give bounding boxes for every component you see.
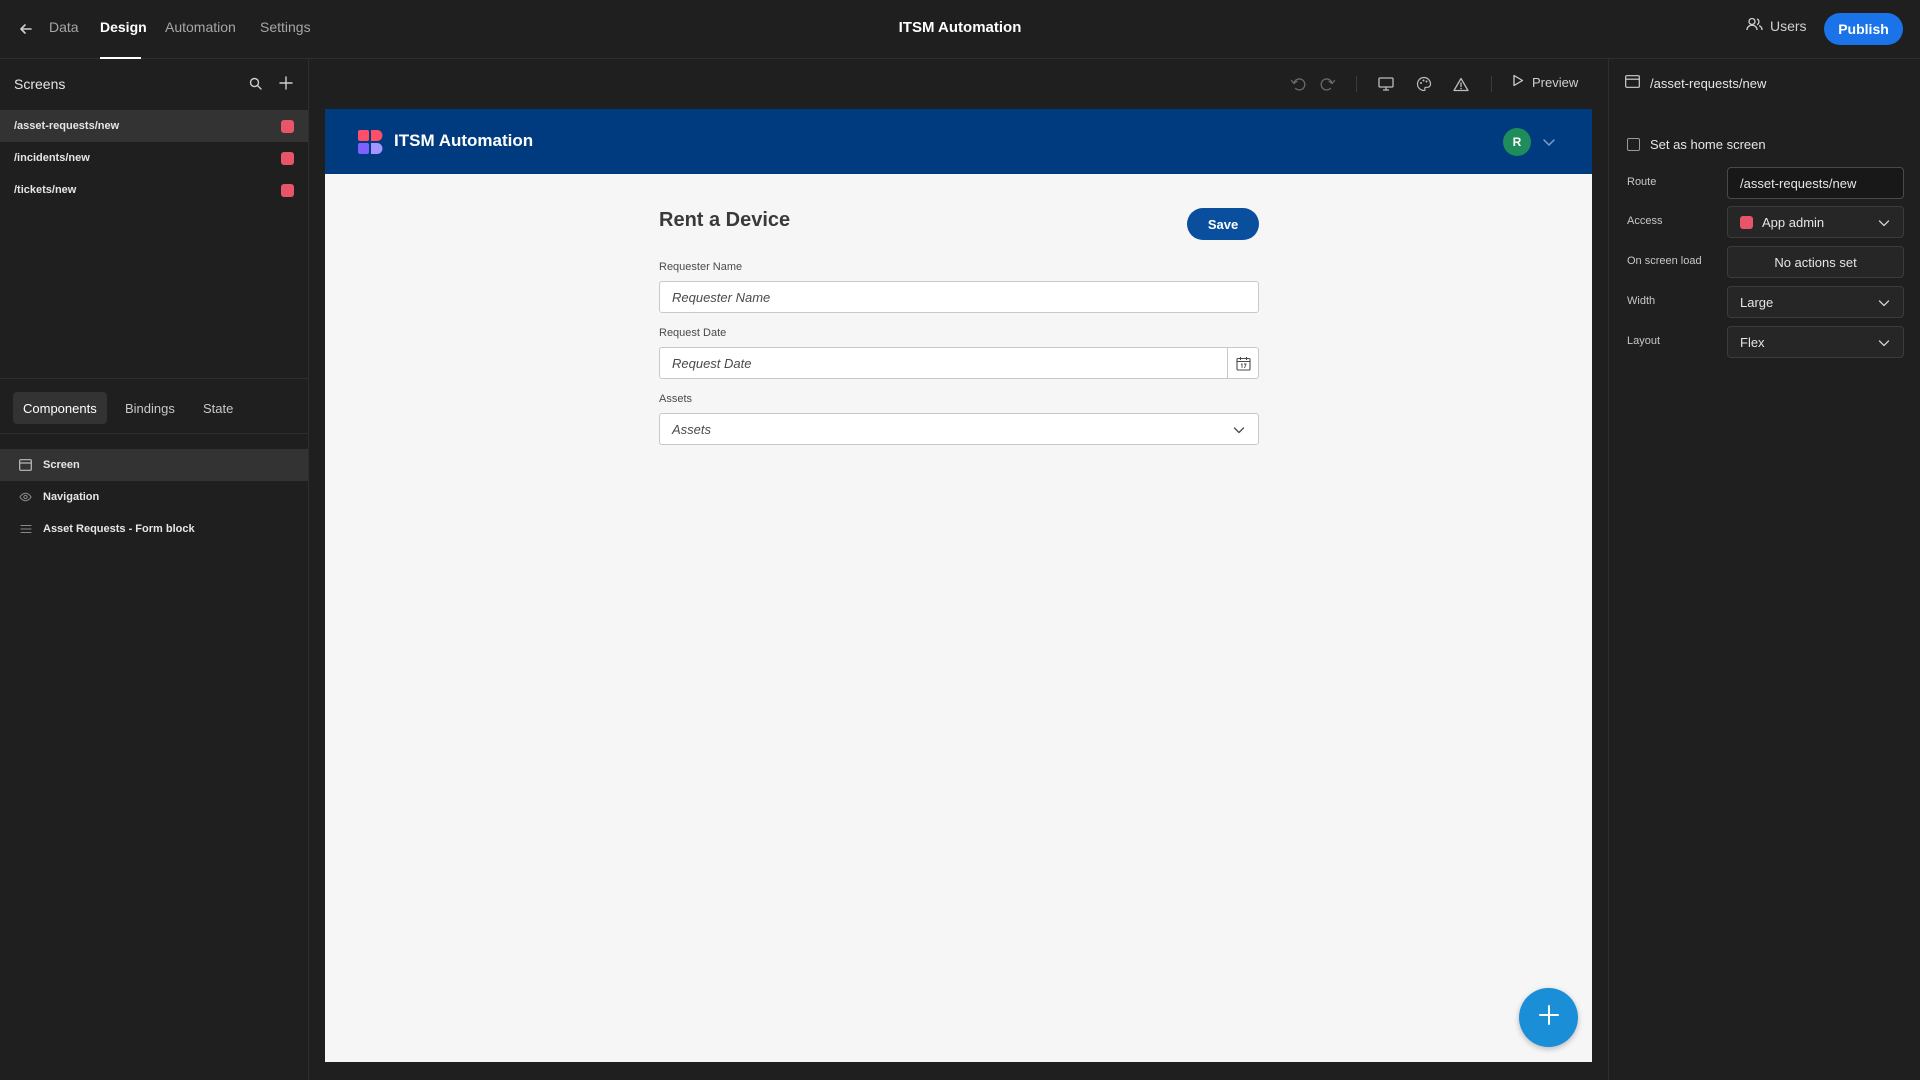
- screen-route-label: /incidents/new: [14, 152, 90, 164]
- layout-label: Layout: [1627, 335, 1661, 347]
- plus-icon: [1538, 1004, 1560, 1031]
- route-input[interactable]: /asset-requests/new: [1727, 167, 1904, 199]
- tab-settings[interactable]: Settings: [260, 19, 311, 35]
- tab-automation[interactable]: Automation: [165, 19, 236, 35]
- design-canvas[interactable]: ITSM Automation R Rent a Device Save Req…: [325, 109, 1592, 1062]
- access-select[interactable]: App admin: [1727, 206, 1904, 238]
- screen-item-asset-requests[interactable]: /asset-requests/new: [0, 110, 308, 142]
- screens-header: Screens: [14, 76, 66, 92]
- tree-item-screen[interactable]: Screen: [0, 449, 308, 481]
- users-button[interactable]: Users: [1746, 17, 1807, 34]
- request-date-label: Request Date: [659, 327, 727, 339]
- users-label: Users: [1770, 17, 1807, 34]
- screen-access-dot: [281, 120, 294, 133]
- tab-state[interactable]: State: [193, 392, 243, 424]
- home-screen-toggle[interactable]: Set as home screen: [1627, 137, 1766, 152]
- tree-item-navigation[interactable]: Navigation: [0, 481, 308, 513]
- settings-route-title: /asset-requests/new: [1650, 75, 1767, 91]
- settings-header: /asset-requests/new: [1625, 75, 1766, 91]
- warning-icon[interactable]: [1451, 74, 1471, 94]
- tree-item-label: Screen: [43, 459, 80, 471]
- tree-item-form-block[interactable]: Asset Requests - Form block: [0, 513, 308, 545]
- access-color-dot: [1740, 215, 1753, 229]
- request-date-placeholder: Request Date: [672, 355, 752, 371]
- chevron-down-icon: [1877, 216, 1891, 230]
- form-title: Rent a Device: [659, 209, 791, 231]
- on-screen-load-button[interactable]: No actions set: [1727, 246, 1904, 278]
- panel-divider: [0, 378, 308, 379]
- screen-route-label: /asset-requests/new: [14, 120, 120, 132]
- publish-button[interactable]: Publish: [1824, 13, 1903, 45]
- back-arrow-icon[interactable]: [14, 17, 38, 41]
- left-panel: Screens /asset-requests/new /incidents/n…: [0, 59, 309, 1080]
- screen-access-dot: [281, 184, 294, 197]
- width-value: Large: [1740, 294, 1774, 310]
- chevron-down-icon: [1877, 296, 1891, 310]
- undo-icon[interactable]: [1288, 74, 1308, 94]
- request-date-input[interactable]: Request Date: [659, 347, 1259, 379]
- assets-select[interactable]: Assets: [659, 413, 1259, 445]
- tab-design[interactable]: Design: [100, 19, 147, 35]
- app-logo-icon: [357, 129, 383, 155]
- form-lines-icon: [19, 523, 32, 535]
- access-value: App admin: [1762, 214, 1825, 230]
- app-navigation-bar: ITSM Automation R: [325, 109, 1592, 174]
- chevron-down-icon: [1877, 336, 1891, 350]
- eye-icon: [19, 491, 32, 503]
- top-bar: Data Design Automation Settings ITSM Aut…: [0, 0, 1920, 59]
- play-icon: [1512, 74, 1524, 90]
- screen-item-tickets[interactable]: /tickets/new: [0, 174, 308, 206]
- app-name: ITSM Automation: [394, 131, 534, 150]
- assets-label: Assets: [659, 393, 693, 405]
- users-icon: [1746, 17, 1763, 34]
- chevron-down-icon[interactable]: [1541, 134, 1557, 150]
- screen-icon: [19, 459, 32, 471]
- tree-item-label: Navigation: [43, 491, 100, 503]
- palette-icon[interactable]: [1414, 74, 1434, 94]
- requester-name-label: Requester Name: [659, 261, 743, 273]
- add-component-button[interactable]: [1519, 988, 1578, 1047]
- desktop-icon[interactable]: [1376, 74, 1396, 94]
- save-button[interactable]: Save: [1187, 208, 1259, 240]
- route-value: /asset-requests/new: [1740, 175, 1857, 191]
- assets-placeholder: Assets: [672, 421, 712, 437]
- add-screen-icon[interactable]: [275, 72, 297, 94]
- search-icon[interactable]: [245, 73, 265, 93]
- requester-name-input[interactable]: Requester Name: [659, 281, 1259, 313]
- home-screen-label: Set as home screen: [1650, 137, 1766, 152]
- width-select[interactable]: Large: [1727, 286, 1904, 318]
- tabs-divider: [0, 433, 308, 434]
- screen-access-dot: [281, 152, 294, 165]
- access-label: Access: [1627, 215, 1663, 227]
- on-screen-load-label: On screen load: [1627, 255, 1702, 267]
- tree-item-label: Asset Requests - Form block: [43, 523, 195, 535]
- chevron-down-icon: [1232, 423, 1246, 437]
- toolbar-separator: [1491, 76, 1492, 92]
- width-label: Width: [1627, 295, 1656, 307]
- toolbar-separator: [1356, 76, 1357, 92]
- calendar-icon[interactable]: [1227, 348, 1258, 378]
- layout-select[interactable]: Flex: [1727, 326, 1904, 358]
- preview-button[interactable]: Preview: [1512, 74, 1578, 90]
- screen-route-label: /tickets/new: [14, 184, 77, 196]
- screen-icon: [1625, 75, 1640, 91]
- tab-bindings[interactable]: Bindings: [115, 392, 185, 424]
- app-title: ITSM Automation: [898, 19, 1022, 36]
- preview-label: Preview: [1532, 74, 1579, 90]
- redo-icon[interactable]: [1318, 74, 1338, 94]
- on-screen-load-value: No actions set: [1774, 254, 1857, 270]
- route-label: Route: [1627, 176, 1657, 188]
- tab-data[interactable]: Data: [49, 19, 79, 35]
- screen-item-incidents[interactable]: /incidents/new: [0, 142, 308, 174]
- settings-panel: /asset-requests/new Set as home screen R…: [1608, 59, 1920, 1080]
- home-screen-checkbox[interactable]: [1627, 138, 1640, 151]
- requester-name-placeholder: Requester Name: [672, 289, 771, 305]
- avatar[interactable]: R: [1503, 128, 1531, 156]
- tab-components[interactable]: Components: [13, 392, 107, 424]
- layout-value: Flex: [1740, 334, 1765, 350]
